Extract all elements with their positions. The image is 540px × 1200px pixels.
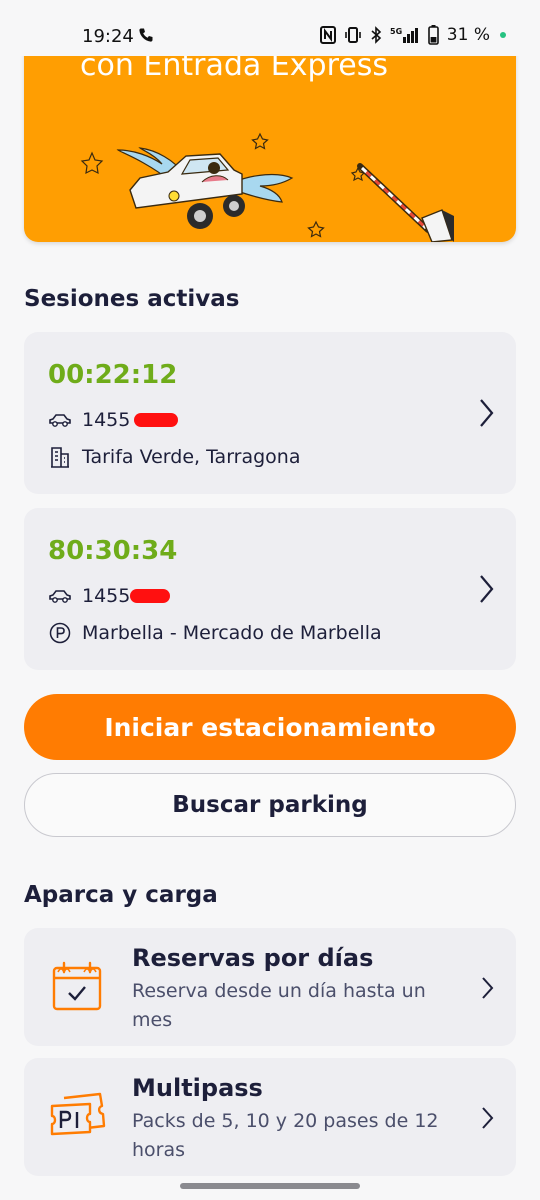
session-location: Marbella - Mercado de Marbella: [48, 622, 382, 644]
status-bar: 19:24 5G 31 %: [0, 0, 540, 56]
bluetooth-icon: [371, 26, 381, 44]
start-parking-button[interactable]: Iniciar estacionamiento: [24, 694, 516, 760]
vehicle-plate: 1455: [82, 585, 131, 607]
signal-5g-icon: 5G: [390, 27, 418, 43]
chevron-right-icon: [480, 575, 494, 603]
location-name: Tarifa Verde, Tarragona: [82, 446, 301, 468]
flying-car-illustration: [80, 132, 454, 242]
feature-subtitle: Reserva desde un día hasta un mes: [132, 980, 426, 1031]
session-vehicle: 1455: [48, 409, 179, 431]
daily-reservations-card[interactable]: Reservas por días Reserva desde un día h…: [24, 928, 516, 1046]
multipass-card[interactable]: Multipass Packs de 5, 10 y 20 pases de 1…: [24, 1058, 516, 1176]
phone-call-icon: [139, 28, 153, 42]
battery-icon: [427, 25, 439, 45]
session-vehicle: 1455: [48, 585, 171, 607]
search-parking-button[interactable]: Buscar parking: [24, 773, 516, 837]
svg-text:5G: 5G: [390, 27, 402, 36]
location-name: Marbella - Mercado de Marbella: [82, 622, 382, 644]
promo-banner[interactable]: con Entrada Express: [24, 40, 516, 242]
home-indicator[interactable]: [180, 1183, 360, 1189]
plate-redaction: [134, 413, 179, 427]
session-location: Tarifa Verde, Tarragona: [48, 446, 301, 468]
nfc-icon: [319, 26, 336, 44]
feature-title: Multipass: [132, 1074, 263, 1102]
status-indicators: 5G 31 %: [319, 25, 506, 45]
feature-subtitle: Packs de 5, 10 y 20 pases de 12 horas: [132, 1110, 439, 1161]
vehicle-plate: 1455: [82, 409, 131, 431]
session-card[interactable]: 80:30:34 1455 Marbella - Mercado de Marb…: [24, 508, 516, 670]
plate-redaction: [130, 589, 171, 603]
feature-title: Reservas por días: [132, 944, 374, 972]
active-sessions-title: Sesiones activas: [24, 286, 240, 312]
session-card[interactable]: 00:22:12 1455 Tarifa Verde, Tarragona: [24, 332, 516, 494]
calendar-check-icon: [52, 961, 102, 1011]
privacy-dot-icon: [500, 32, 506, 38]
session-timer: 80:30:34: [48, 536, 178, 566]
building-icon: [48, 446, 72, 468]
parking-icon: [48, 622, 72, 644]
chevron-right-icon: [482, 977, 494, 999]
session-timer: 00:22:12: [48, 360, 178, 390]
car-icon: [48, 585, 72, 607]
vibrate-icon: [344, 27, 361, 43]
chevron-right-icon: [482, 1107, 494, 1129]
status-time: 19:24: [82, 26, 134, 47]
battery-percent: 31 %: [446, 25, 490, 45]
chevron-right-icon: [480, 399, 494, 427]
ticket-icon: [50, 1092, 106, 1136]
park-and-charge-title: Aparca y carga: [24, 882, 218, 908]
car-icon: [48, 409, 72, 431]
